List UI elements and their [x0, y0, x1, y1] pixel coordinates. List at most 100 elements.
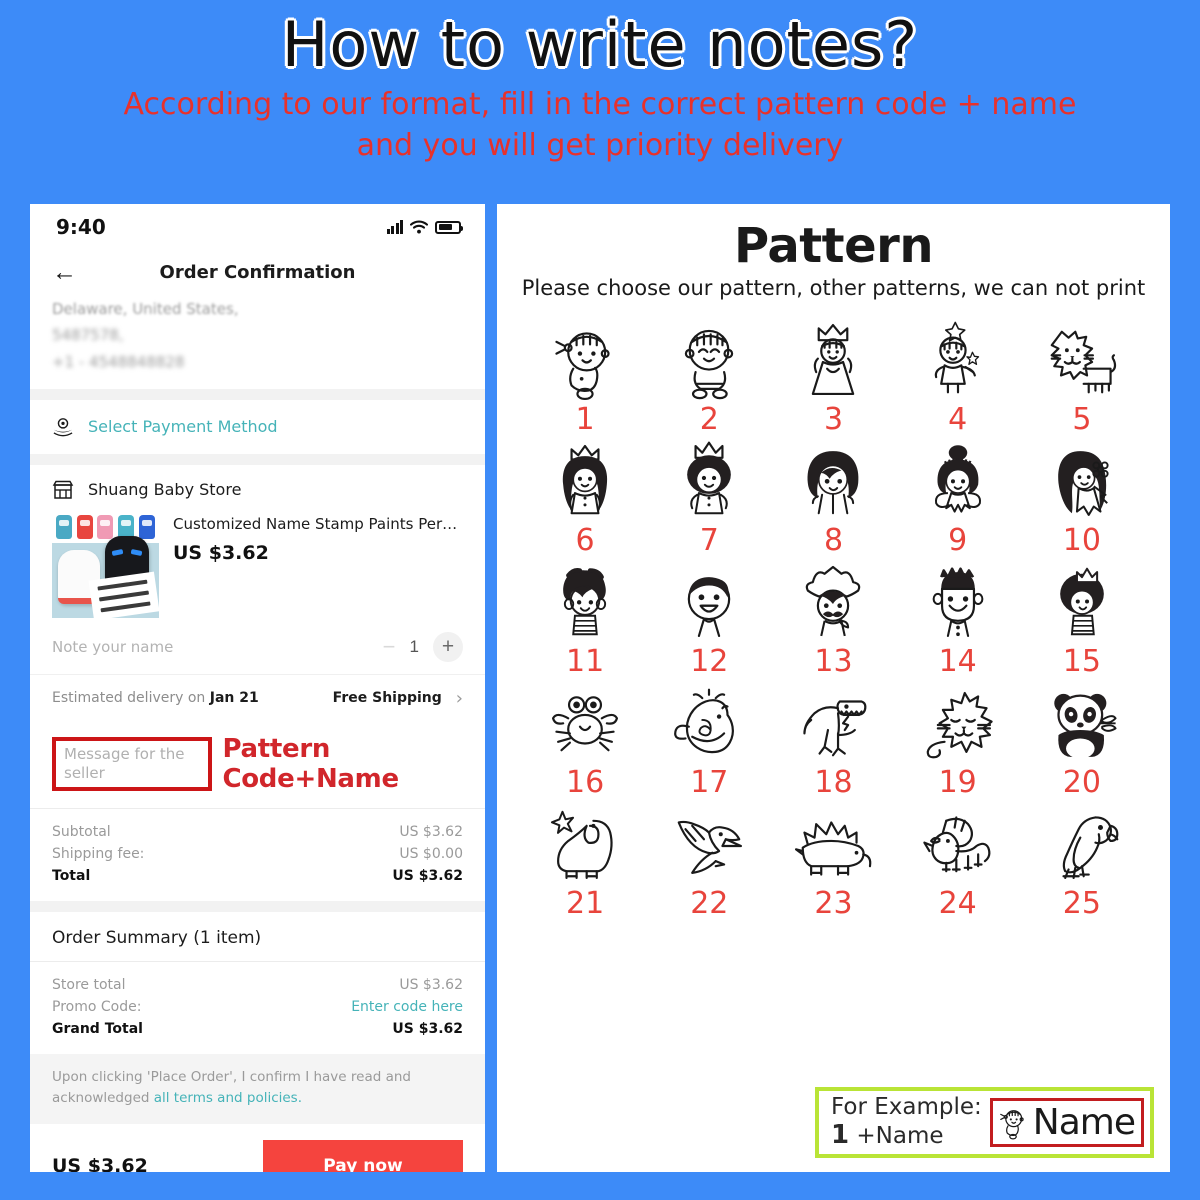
princess-curly-hair-crown-icon: [687, 441, 732, 515]
pattern-item[interactable]: 5: [1020, 320, 1144, 437]
example-text: For Example: 1 +Name: [831, 1094, 982, 1150]
boy-spiky-hair-icon: [932, 567, 984, 637]
pattern-item[interactable]: 9: [896, 441, 1020, 558]
pattern-item[interactable]: 20: [1020, 683, 1144, 800]
sleeping-lion-icon: [926, 691, 993, 759]
pattern-item[interactable]: 19: [896, 683, 1020, 800]
pattern-item[interactable]: 22: [647, 804, 771, 921]
pattern-item[interactable]: 4: [896, 320, 1020, 437]
pattern-item[interactable]: 17: [647, 683, 771, 800]
shipping-option[interactable]: Free Shipping ›: [333, 688, 463, 709]
store-total-value: US $3.62: [399, 976, 463, 993]
total-row: Shipping fee: US $0.00: [52, 843, 463, 865]
pattern-item[interactable]: 6: [523, 441, 647, 558]
message-for-seller-row[interactable]: Message for the seller Pattern Code+Name: [30, 722, 485, 808]
subtotal-value: US $3.62: [399, 823, 463, 840]
delivery-row[interactable]: Estimated delivery on Jan 21 Free Shippi…: [30, 673, 485, 722]
pattern-number: 2: [699, 402, 719, 437]
pattern-item[interactable]: 10: [1020, 441, 1144, 558]
estimated-delivery-prefix: Estimated delivery on: [52, 690, 210, 707]
pattern-number: 9: [948, 523, 968, 558]
pterodactyl-icon: [677, 820, 743, 874]
promo-code-enter-link[interactable]: Enter code here: [351, 999, 463, 1015]
pattern-item[interactable]: 25: [1020, 804, 1144, 921]
pattern-number: 13: [814, 644, 853, 679]
quantity-decrease-button[interactable]: −: [383, 635, 396, 658]
grand-total-label: Grand Total: [52, 1020, 143, 1037]
subtitle-line-2: and you will get priority delivery: [356, 127, 844, 163]
pattern-item[interactable]: 13: [771, 562, 895, 679]
pattern-item[interactable]: 24: [896, 804, 1020, 921]
shipping-label: Free Shipping: [332, 690, 442, 707]
summary-row[interactable]: Promo Code: Enter code here: [52, 996, 463, 1018]
back-arrow-icon[interactable]: ←: [52, 259, 77, 285]
select-payment-method-row[interactable]: Select Payment Method: [30, 400, 485, 454]
section-divider-2: [30, 453, 485, 465]
pattern-item[interactable]: 12: [647, 562, 771, 679]
total-row: Total US $3.62: [52, 865, 463, 887]
triceratops-icon: [922, 816, 991, 873]
phone-mockup: 9:40 ← Order Confirmation Delaware, Unit…: [30, 204, 485, 1172]
terms-and-policies-link[interactable]: all terms and policies.: [154, 1090, 302, 1106]
store-total-label: Store total: [52, 976, 126, 993]
battery-icon: [435, 220, 463, 234]
pattern-item[interactable]: 2: [647, 320, 771, 437]
pattern-item[interactable]: 3: [771, 320, 895, 437]
princess-crown-dress-icon: [812, 323, 855, 396]
printed-name-labels: [88, 571, 159, 618]
lion-standing-icon: [1050, 330, 1117, 394]
pattern-item[interactable]: 23: [771, 804, 895, 921]
summary-row: Grand Total US $3.62: [52, 1018, 463, 1040]
product-name: Customized Name Stamp Paints Perso...: [173, 514, 463, 533]
pattern-item[interactable]: 16: [523, 683, 647, 800]
pattern-item[interactable]: 1: [523, 320, 647, 437]
promo-code-label: Promo Code:: [52, 998, 142, 1015]
brontosaurus-icon: [551, 810, 613, 880]
princess-long-hair-crown-icon: [562, 444, 608, 515]
wifi-icon: [410, 220, 428, 234]
page-header: How to write notes? According to our for…: [0, 0, 1200, 166]
pattern-item[interactable]: 8: [771, 441, 895, 558]
pay-bar: US $3.62 Pay now: [30, 1124, 485, 1172]
trex-dinosaur-icon: [803, 700, 867, 757]
quantity-value: 1: [409, 636, 419, 656]
summary-row: Store total US $3.62: [52, 974, 463, 996]
total-value: US $3.62: [392, 867, 463, 884]
pattern-item[interactable]: 14: [896, 562, 1020, 679]
pattern-item[interactable]: 18: [771, 683, 895, 800]
nav-bar: ← Order Confirmation: [30, 250, 485, 294]
pattern-item[interactable]: 7: [647, 441, 771, 558]
pattern-number: 11: [566, 644, 605, 679]
shipping-address[interactable]: Delaware, United States, 5487578, +1 - 4…: [30, 294, 485, 389]
example-name-suffix: +Name: [849, 1122, 944, 1149]
pattern-item[interactable]: 21: [523, 804, 647, 921]
fairy-bun-hair-icon: [934, 445, 981, 513]
pattern-number: 4: [948, 402, 968, 437]
pattern-number: 7: [699, 523, 719, 558]
pattern-number: 22: [690, 886, 729, 921]
store-row[interactable]: Shuang Baby Store: [30, 465, 485, 511]
quantity-stepper[interactable]: − 1 +: [383, 631, 463, 662]
estimated-delivery: Estimated delivery on Jan 21: [52, 690, 259, 706]
pattern-number: 23: [814, 886, 853, 921]
page-subtitle: According to our format, fill in the cor…: [0, 85, 1200, 166]
stegosaurus-icon: [795, 821, 872, 876]
pattern-item[interactable]: 11: [523, 562, 647, 679]
panels-container: 9:40 ← Order Confirmation Delaware, Unit…: [0, 204, 1200, 1172]
section-divider: [30, 388, 485, 400]
chevron-right-icon: ›: [455, 687, 463, 709]
quantity-increase-button[interactable]: +: [433, 631, 463, 662]
pattern-item[interactable]: 15: [1020, 562, 1144, 679]
example-box: For Example: 1 +Name Name: [815, 1087, 1154, 1158]
note-your-name-input[interactable]: Note your name: [52, 638, 173, 656]
product-thumbnail[interactable]: [52, 510, 159, 618]
product-row[interactable]: Customized Name Stamp Paints Perso... US…: [30, 510, 485, 618]
message-for-seller-input[interactable]: Message for the seller: [64, 745, 185, 782]
pattern-number: 10: [1062, 523, 1101, 558]
address-line-2: 5487578,: [52, 326, 124, 345]
example-code-number: 1: [831, 1119, 850, 1150]
note-your-name-row[interactable]: Note your name − 1 +: [30, 618, 485, 674]
pattern-number: 20: [1062, 765, 1101, 800]
pay-now-button[interactable]: Pay now: [263, 1139, 463, 1172]
cowboy-mustache-icon: [806, 565, 861, 637]
